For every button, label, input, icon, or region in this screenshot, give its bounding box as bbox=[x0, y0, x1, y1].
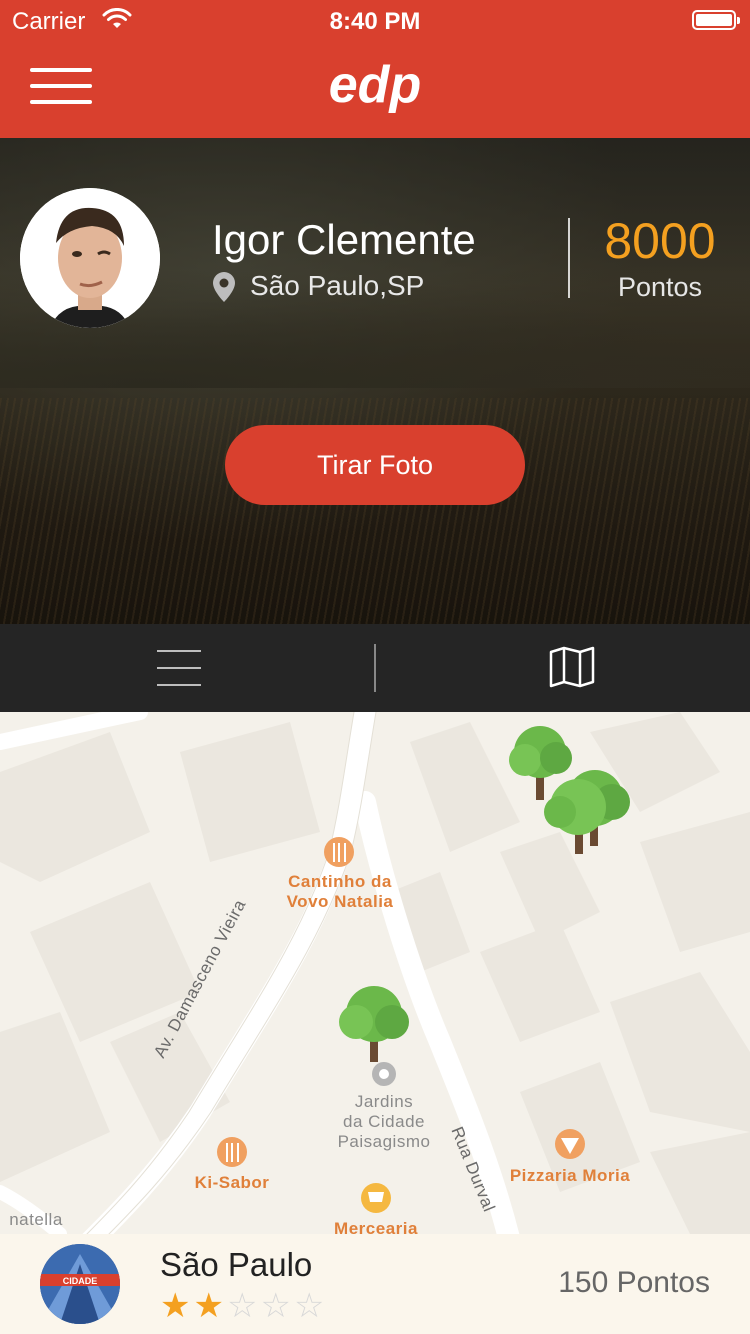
view-toggle-bar bbox=[0, 624, 750, 712]
poi-label[interactable]: Jardins da Cidade Paisagismo bbox=[314, 1092, 454, 1152]
location-thumbnail: CIDADE bbox=[40, 1244, 120, 1324]
map-icon bbox=[549, 646, 595, 688]
points-value: 8000 bbox=[604, 213, 716, 269]
menu-button[interactable] bbox=[30, 66, 92, 106]
user-name: Igor Clemente bbox=[212, 216, 476, 263]
edp-logo: edp bbox=[320, 50, 430, 130]
status-bar: Carrier 8:40 PM bbox=[0, 0, 750, 40]
poi-label[interactable]: Mercearia bbox=[316, 1219, 436, 1234]
location-points: 150 Pontos bbox=[558, 1266, 710, 1299]
battery-icon bbox=[692, 10, 740, 30]
avatar bbox=[20, 188, 160, 328]
rating-stars: ★★☆☆☆ bbox=[160, 1286, 327, 1326]
location-name: São Paulo bbox=[160, 1246, 313, 1283]
grocery-icon bbox=[361, 1183, 391, 1213]
map-view[interactable]: Cantinho da Vovo Natalia Jardins da Cidade… bbox=[0, 712, 750, 1234]
poi-label[interactable]: natella bbox=[0, 1210, 76, 1230]
tab-map-view[interactable] bbox=[375, 624, 750, 712]
star-filled-icon: ★ bbox=[160, 1287, 194, 1325]
take-photo-button[interactable]: Tirar Foto bbox=[225, 425, 525, 505]
location-card[interactable]: CIDADE São Paulo ★★☆☆☆ 150 Pontos bbox=[0, 1234, 750, 1334]
star-empty-icon: ☆ bbox=[260, 1287, 294, 1325]
place-pin-icon bbox=[372, 1062, 396, 1086]
restaurant-icon bbox=[324, 837, 354, 867]
clock: 8:40 PM bbox=[329, 8, 421, 35]
star-filled-icon: ★ bbox=[193, 1287, 227, 1325]
map-canvas bbox=[0, 712, 750, 1234]
nav-bar: edp bbox=[0, 40, 750, 138]
svg-text:CIDADE: CIDADE bbox=[63, 1276, 98, 1286]
list-icon bbox=[157, 650, 201, 686]
restaurant-icon bbox=[217, 1137, 247, 1167]
tab-list-view[interactable] bbox=[0, 624, 375, 712]
star-empty-icon: ☆ bbox=[226, 1287, 261, 1325]
poi-label[interactable]: Pizzaria Moria bbox=[495, 1166, 645, 1186]
menu-icon bbox=[30, 68, 92, 72]
star-empty-icon: ☆ bbox=[293, 1287, 328, 1325]
pizza-icon bbox=[555, 1129, 585, 1159]
poi-label[interactable]: Ki-Sabor bbox=[172, 1173, 292, 1193]
poi-label[interactable]: Cantinho da Vovo Natalia bbox=[270, 872, 410, 912]
user-location: São Paulo,SP bbox=[250, 270, 425, 301]
divider bbox=[568, 218, 570, 298]
location-pin-icon bbox=[212, 272, 236, 307]
logo-text: edp bbox=[329, 56, 421, 114]
points-label: Pontos bbox=[617, 272, 703, 302]
